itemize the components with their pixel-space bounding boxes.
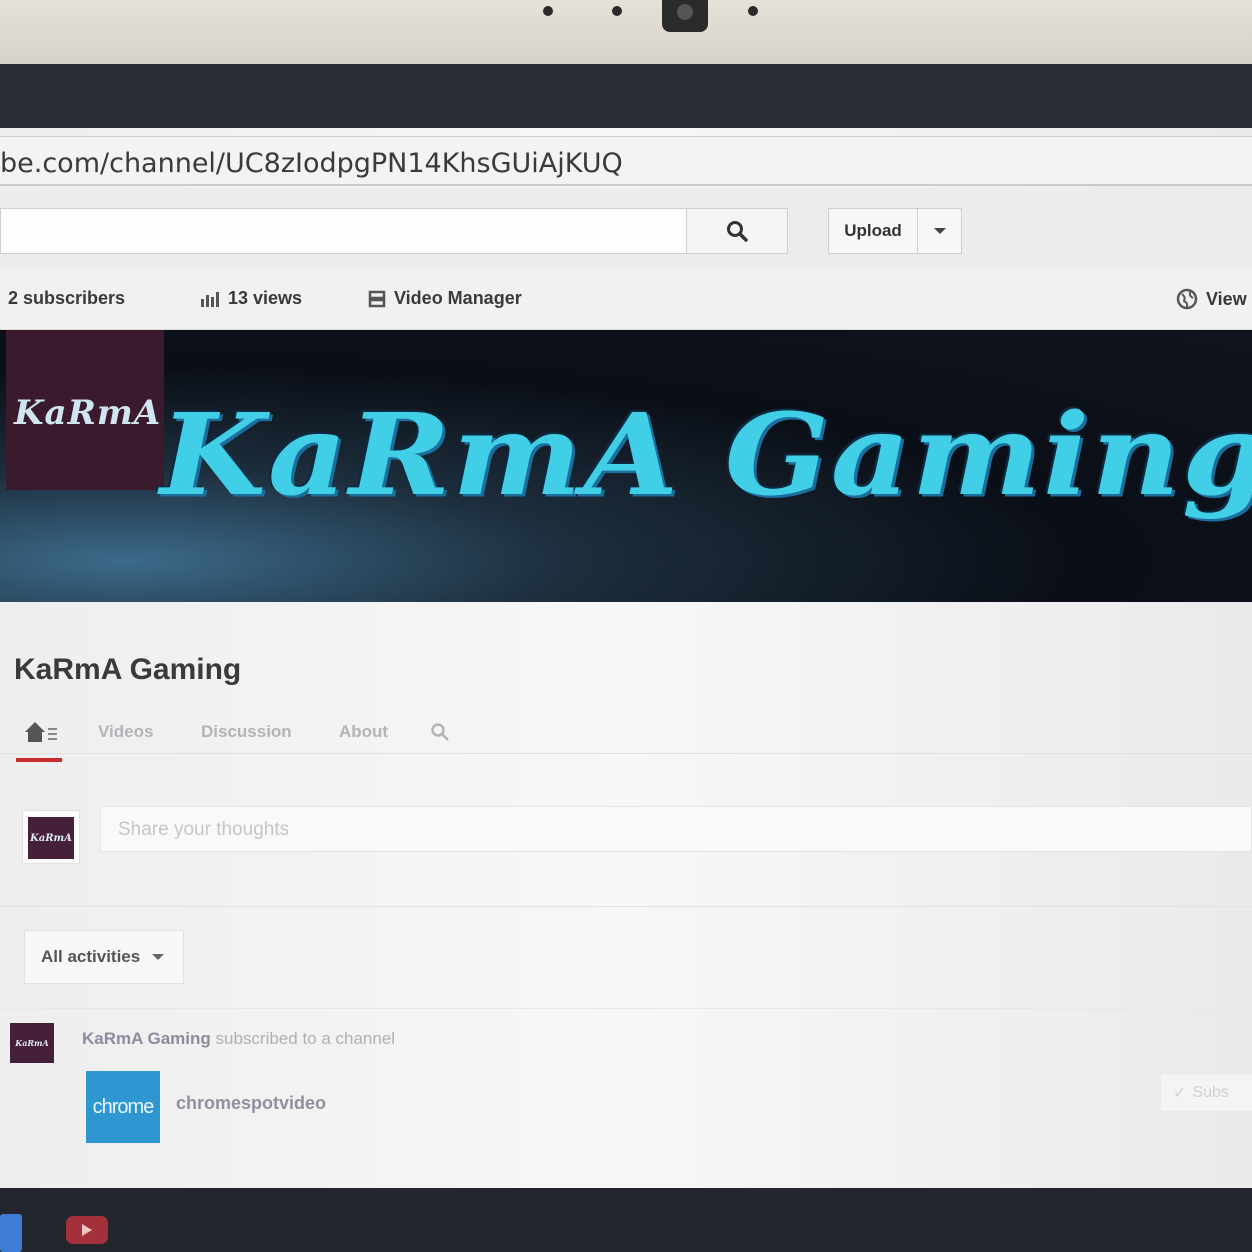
tab-about[interactable]: About [339,722,388,742]
tab-discussion[interactable]: Discussion [201,722,292,742]
view-count[interactable]: 13 views [200,288,302,309]
upload-dropdown-button[interactable] [917,208,962,254]
activity-actor-link[interactable]: KaRmA Gaming [82,1029,211,1048]
globe-icon [1176,288,1198,310]
webcam [662,0,708,32]
channel-search-icon[interactable] [430,722,450,742]
share-placeholder: Share your thoughts [118,819,290,840]
search-button[interactable] [686,208,788,254]
subscribed-channel-name[interactable]: chromespotvideo [176,1093,326,1114]
activities-filter-label: All activities [41,947,141,966]
upload-button[interactable]: Upload [828,208,918,254]
activities-filter-dropdown[interactable]: All activities [24,930,184,984]
search-input[interactable] [0,208,688,254]
bar-chart-icon [201,291,219,307]
subscriber-count-label: 2 subscribers [8,288,126,308]
activity-action: subscribed to a channel [210,1029,396,1048]
divider [0,906,1252,907]
address-bar[interactable]: be.com/channel/UC8zIodpgPN14KhsGUiAjKUQ [0,136,1252,186]
subscribe-label: Subs [1192,1084,1229,1101]
youtube-app-icon[interactable] [66,1216,108,1244]
chevron-down-icon [152,954,165,960]
docs-app-icon[interactable] [0,1214,22,1252]
channel-stats-bar: 2 subscribers 13 views Video Manager Vie… [0,268,1252,330]
search-icon [727,221,748,242]
video-manager-icon [368,290,386,307]
channel-banner: KaRmA KaRmA Gaming [0,330,1252,602]
video-manager-link[interactable]: Video Manager [368,288,522,309]
check-icon: ✓ [1173,1085,1187,1102]
channel-title: KaRmA Gaming [14,653,242,686]
home-icon [25,722,57,742]
taskbar [0,1188,1252,1252]
activity-text: KaRmA Gaming subscribed to a channel [82,1029,395,1049]
subscriber-count: 2 subscribers [8,288,125,309]
screen-frame [0,64,1252,136]
sensor-dot [748,6,758,16]
chevron-down-icon [933,228,946,234]
share-input[interactable]: Share your thoughts [100,806,1252,852]
subscribe-button[interactable]: ✓ Subs [1160,1074,1252,1112]
channel-avatar-text: KaRmA [14,393,162,433]
masthead: Upload [0,188,1252,268]
activity-avatar[interactable]: KaRmA [10,1023,54,1063]
view-as-label: View [1206,288,1247,309]
tab-home[interactable] [16,718,62,762]
activity-item: KaRmA KaRmA Gaming subscribed to a chann… [0,1008,1252,1188]
view-count-label: 13 views [228,288,303,308]
banner-logo-text: KaRmA Gaming [160,388,1252,521]
browser-screen: be.com/channel/UC8zIodpgPN14KhsGUiAjKUQ … [0,128,1252,1188]
user-avatar-image: KaRmA [28,817,74,859]
sensor-dot [612,6,622,16]
tab-videos[interactable]: Videos [98,722,153,742]
sensor-dot [543,6,553,16]
subscribed-channel-thumbnail[interactable]: chrome [86,1071,160,1143]
video-manager-label: Video Manager [394,288,522,308]
channel-tabs: Videos Discussion About [0,708,1252,762]
user-avatar: KaRmA [22,810,80,864]
view-as-link[interactable]: View [1176,288,1247,310]
url-text[interactable]: be.com/channel/UC8zIodpgPN14KhsGUiAjKUQ [0,148,623,179]
